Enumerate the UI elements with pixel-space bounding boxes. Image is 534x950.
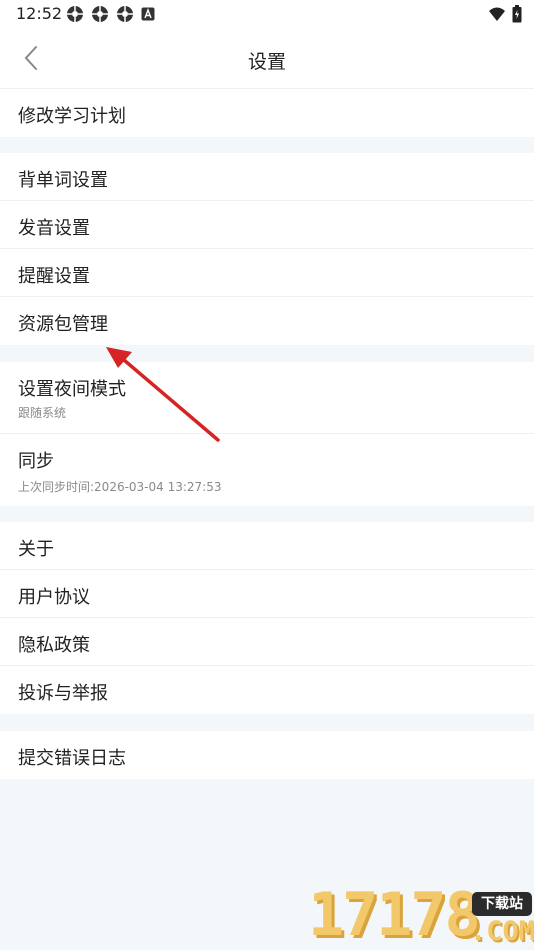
settings-item-label: 用户协议 <box>18 587 90 608</box>
notif-icon <box>67 6 83 22</box>
app-a-icon <box>141 7 155 21</box>
settings-item-sync[interactable]: 同步 上次同步时间:2026-03-04 13:27:53 <box>0 434 534 506</box>
settings-item-label: 设置夜间模式 <box>18 379 126 400</box>
settings-item-label: 提交错误日志 <box>18 748 126 769</box>
settings-screen: 12:52 设置 修改学习计划 背单词设置 发音设置 提醒设置 资源包管理 设置… <box>0 0 534 950</box>
settings-item-about[interactable]: 关于 <box>0 522 534 570</box>
settings-item-submit-error-log[interactable]: 提交错误日志 <box>0 731 534 779</box>
notif-icon <box>117 6 133 22</box>
watermark-tag: 下载站 <box>472 892 532 916</box>
settings-item-label: 提醒设置 <box>18 266 90 287</box>
settings-group-study: 背单词设置 发音设置 提醒设置 资源包管理 <box>0 153 534 345</box>
settings-group-plan: 修改学习计划 <box>0 89 534 137</box>
watermark-logo: 17178 下载站 .COM <box>308 880 534 950</box>
settings-item-label: 发音设置 <box>18 218 90 239</box>
settings-group-display: 设置夜间模式 跟随系统 同步 上次同步时间:2026-03-04 13:27:5… <box>0 362 534 506</box>
settings-group-about: 关于 用户协议 隐私政策 投诉与举报 <box>0 522 534 714</box>
settings-item-night-mode[interactable]: 设置夜间模式 跟随系统 <box>0 362 534 434</box>
settings-item-pronunciation[interactable]: 发音设置 <box>0 201 534 249</box>
settings-item-label: 投诉与举报 <box>18 683 108 704</box>
battery-icon <box>512 5 522 23</box>
settings-item-label: 资源包管理 <box>18 314 108 335</box>
settings-item-privacy-policy[interactable]: 隐私政策 <box>0 618 534 666</box>
settings-item-reminder[interactable]: 提醒设置 <box>0 249 534 297</box>
settings-item-resource-packs[interactable]: 资源包管理 <box>0 297 534 345</box>
page-title: 设置 <box>247 51 286 73</box>
settings-item-label: 同步 <box>18 451 54 472</box>
system-icons <box>488 5 522 23</box>
settings-item-label: 背单词设置 <box>18 170 108 191</box>
settings-item-subtitle: 上次同步时间:2026-03-04 13:27:53 <box>18 480 222 494</box>
settings-item-subtitle: 跟随系统 <box>18 406 67 420</box>
settings-group-log: 提交错误日志 <box>0 731 534 779</box>
notif-icon <box>92 6 108 22</box>
settings-item-label: 隐私政策 <box>18 635 90 656</box>
status-bar: 12:52 <box>0 0 534 28</box>
top-app-bar: 设置 <box>0 28 534 89</box>
settings-item-complaint-report[interactable]: 投诉与举报 <box>0 666 534 714</box>
settings-item-edit-plan[interactable]: 修改学习计划 <box>0 89 534 137</box>
wifi-icon <box>489 7 505 21</box>
settings-item-label: 修改学习计划 <box>18 106 126 127</box>
status-time: 12:52 <box>16 4 63 23</box>
watermark-domain: .COM <box>470 916 534 947</box>
watermark-number: 17178 <box>308 880 481 950</box>
notification-icons <box>66 5 155 23</box>
settings-item-label: 关于 <box>18 539 54 560</box>
settings-item-user-agreement[interactable]: 用户协议 <box>0 570 534 618</box>
settings-item-word-settings[interactable]: 背单词设置 <box>0 153 534 201</box>
